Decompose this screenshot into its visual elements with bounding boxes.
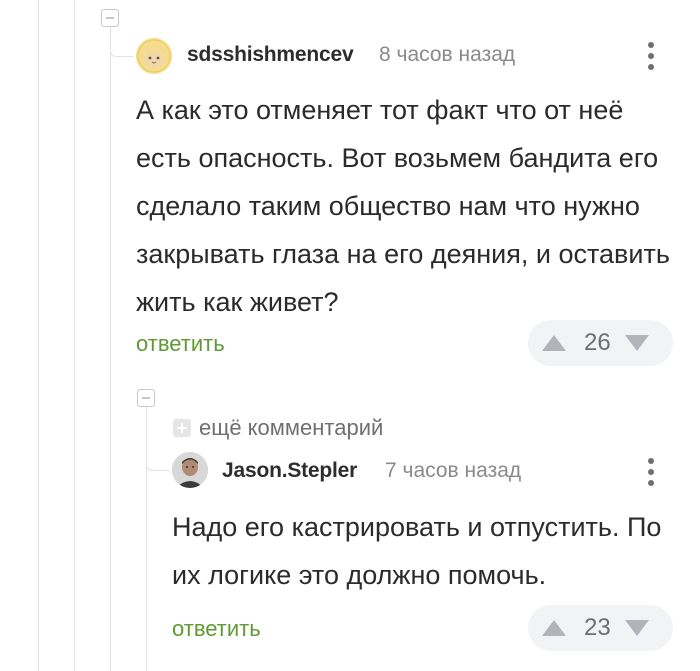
more-comments-link[interactable]: ещё комментарий — [173, 415, 383, 441]
comment-username[interactable]: sdsshishmencev — [187, 43, 354, 67]
comment-timestamp[interactable]: 8 часов назад — [379, 43, 515, 67]
more-comments-label: ещё комментарий — [199, 415, 384, 440]
thread-connector — [110, 26, 133, 57]
comment-timestamp[interactable]: 7 часов назад — [385, 459, 521, 483]
avatar-photo-icon — [172, 452, 208, 488]
comment-username[interactable]: Jason.Stepler — [222, 459, 357, 483]
reply-button[interactable]: ответить — [172, 616, 261, 642]
thread-line-outer — [38, 0, 39, 671]
rating-count: 26 — [584, 329, 611, 356]
comment-menu-icon[interactable] — [641, 38, 661, 74]
avatar-cat-icon — [136, 38, 172, 74]
thread-line-level-1 — [74, 0, 75, 671]
avatar[interactable] — [172, 452, 208, 488]
plus-square-icon — [173, 419, 191, 437]
triangle-down-icon[interactable] — [624, 335, 649, 351]
rating-count: 23 — [584, 614, 611, 641]
comment-body: Надо его кастрировать и отпустить. По их… — [172, 512, 662, 590]
collapse-minus-icon[interactable] — [101, 9, 119, 27]
thread-line-level-2 — [110, 26, 111, 671]
avatar[interactable] — [136, 38, 172, 74]
rating-widget: 23 — [528, 605, 673, 651]
triangle-down-icon[interactable] — [624, 620, 649, 636]
triangle-up-icon[interactable] — [542, 335, 566, 351]
collapse-minus-icon[interactable] — [137, 389, 155, 407]
comment-body: А как это отменяет тот факт что от неё е… — [136, 95, 670, 317]
reply-button[interactable]: ответить — [136, 331, 225, 357]
thread-connector — [146, 406, 169, 471]
rating-widget: 26 — [528, 320, 673, 366]
triangle-up-icon[interactable] — [542, 620, 566, 636]
comment-menu-icon[interactable] — [641, 454, 661, 490]
